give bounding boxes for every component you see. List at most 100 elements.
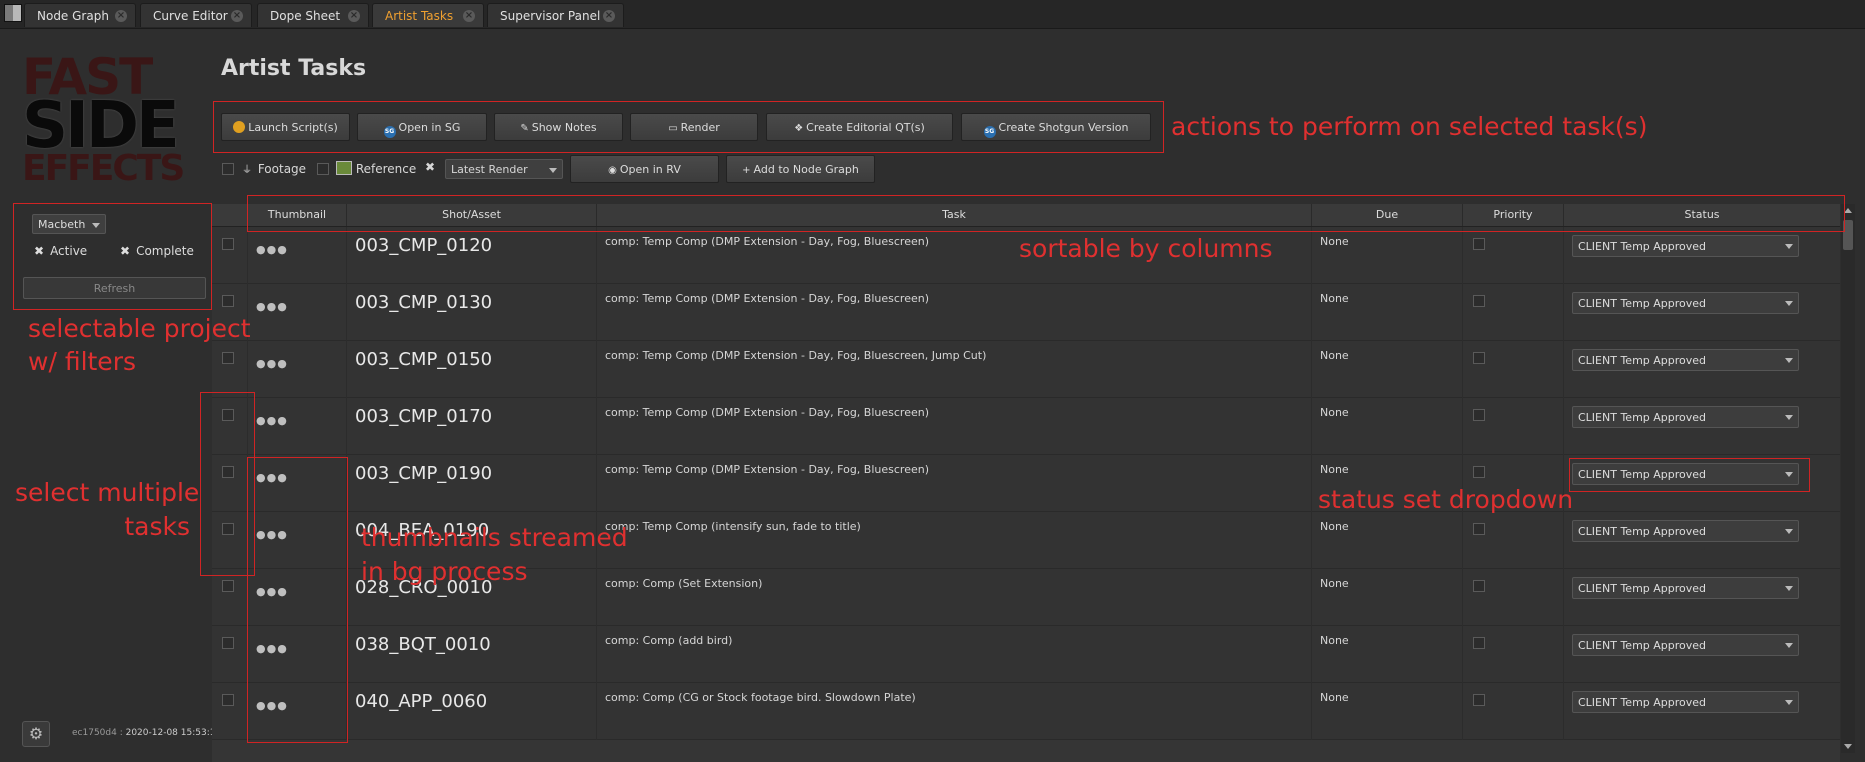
footage-checkbox[interactable] [222, 163, 234, 175]
chevron-down-icon [1785, 415, 1793, 420]
add-to-node-graph-button[interactable]: + Add to Node Graph [726, 155, 875, 183]
row-select-checkbox[interactable] [222, 238, 234, 250]
tab-node-graph[interactable]: Node Graph × [24, 3, 136, 27]
tab-artist-tasks[interactable]: Artist Tasks × [372, 3, 484, 27]
row-select-checkbox[interactable] [222, 637, 234, 649]
priority-cell [1463, 398, 1564, 455]
priority-checkbox[interactable] [1473, 238, 1485, 250]
row-select-checkbox[interactable] [222, 352, 234, 364]
row-select-checkbox[interactable] [222, 694, 234, 706]
render-button[interactable]: ▭ Render [630, 113, 758, 141]
filter-active-checkbox[interactable]: ✖ Active [34, 244, 87, 258]
row-select-checkbox[interactable] [222, 580, 234, 592]
priority-checkbox[interactable] [1473, 637, 1485, 649]
priority-checkbox[interactable] [1473, 409, 1485, 421]
thumbnail-cell: ●●● [248, 512, 347, 569]
status-dropdown[interactable]: CLIENT Temp Approved [1572, 235, 1799, 257]
status-dropdown[interactable]: CLIENT Temp Approved [1572, 292, 1799, 314]
create-shotgun-version-button[interactable]: SG Create Shotgun Version [961, 113, 1151, 141]
tab-label: Curve Editor [153, 9, 228, 23]
table-row[interactable]: ●●● 003_CMP_0190 comp: Temp Comp (DMP Exte… [212, 455, 1840, 512]
scroll-up-icon[interactable] [1844, 208, 1852, 213]
logo-line: EFFECTS [22, 148, 185, 190]
column-header-thumbnail[interactable]: Thumbnail [248, 204, 347, 226]
priority-checkbox[interactable] [1473, 295, 1485, 307]
task-cell: comp: Comp (CG or Stock footage bird. Sl… [597, 683, 1312, 740]
row-select-checkbox[interactable] [222, 523, 234, 535]
pane-menu-icon[interactable] [4, 4, 22, 22]
loading-dots-icon: ●●● [256, 243, 288, 256]
status-dropdown[interactable]: CLIENT Temp Approved [1572, 520, 1799, 542]
select-cell [212, 341, 248, 398]
vertical-scrollbar[interactable] [1841, 204, 1855, 753]
close-icon[interactable]: × [603, 10, 615, 22]
tab-curve-editor[interactable]: Curve Editor × [140, 3, 252, 27]
scroll-down-icon[interactable] [1844, 744, 1852, 749]
shot-cell: 003_CMP_0170 [347, 398, 597, 455]
table-row[interactable]: ●●● 038_BQT_0010 comp: Comp (add bird) None… [212, 626, 1840, 683]
task-description: comp: Comp (CG or Stock footage bird. Sl… [605, 691, 916, 704]
tab-supervisor-panel[interactable]: Supervisor Panel × [487, 3, 624, 27]
tab-dope-sheet[interactable]: Dope Sheet × [257, 3, 369, 27]
button-label: Show Notes [531, 121, 597, 134]
priority-checkbox[interactable] [1473, 352, 1485, 364]
priority-checkbox[interactable] [1473, 694, 1485, 706]
column-header-priority[interactable]: Priority [1463, 204, 1564, 226]
priority-checkbox[interactable] [1473, 523, 1485, 535]
row-select-checkbox[interactable] [222, 466, 234, 478]
status-dropdown[interactable]: CLIENT Temp Approved [1572, 406, 1799, 428]
reference-checkbox[interactable] [317, 163, 329, 175]
status-value: CLIENT Temp Approved [1578, 582, 1707, 595]
clear-render-icon[interactable]: ✖ [425, 160, 435, 174]
loading-dots-icon: ●●● [256, 300, 288, 313]
filter-complete-checkbox[interactable]: ✖ Complete [120, 244, 194, 258]
scroll-thumb[interactable] [1843, 220, 1853, 250]
row-select-checkbox[interactable] [222, 409, 234, 421]
close-icon[interactable]: × [115, 10, 127, 22]
column-header-select[interactable] [212, 204, 248, 226]
show-notes-button[interactable]: ✎ Show Notes [494, 113, 623, 141]
status-value: CLIENT Temp Approved [1578, 639, 1707, 652]
column-header-task[interactable]: Task [597, 204, 1312, 226]
create-editorial-qt-button[interactable]: ❖ Create Editorial QT(s) [766, 113, 953, 141]
render-select[interactable]: Latest Render [445, 159, 563, 179]
chevron-down-icon [1785, 529, 1793, 534]
status-dropdown[interactable]: CLIENT Temp Approved [1572, 577, 1799, 599]
table-row[interactable]: ●●● 040_APP_0060 comp: Comp (CG or Stock f… [212, 683, 1840, 740]
shot-name: 003_CMP_0150 [355, 349, 493, 370]
annotation-thumbnails-line2: in bg process [361, 557, 528, 586]
status-dropdown[interactable]: CLIENT Temp Approved [1572, 691, 1799, 713]
priority-checkbox[interactable] [1473, 580, 1485, 592]
status-dropdown[interactable]: CLIENT Temp Approved [1572, 463, 1799, 485]
close-icon[interactable]: × [231, 10, 243, 22]
loading-dots-icon: ●●● [256, 471, 288, 484]
priority-checkbox[interactable] [1473, 466, 1485, 478]
row-select-checkbox[interactable] [222, 295, 234, 307]
shot-cell: 038_BQT_0010 [347, 626, 597, 683]
due-date: None [1320, 577, 1349, 590]
close-icon[interactable]: × [463, 10, 475, 22]
select-cell [212, 569, 248, 626]
refresh-button[interactable]: Refresh [23, 277, 206, 299]
shot-cell: 003_CMP_0130 [347, 284, 597, 341]
table-row[interactable]: ●●● 003_CMP_0130 comp: Temp Comp (DMP Exte… [212, 284, 1840, 341]
notes-icon: ✎ [520, 123, 529, 134]
open-in-sg-button[interactable]: SG Open in SG [357, 113, 487, 141]
table-row[interactable]: ●●● 003_CMP_0150 comp: Temp Comp (DMP Exte… [212, 341, 1840, 398]
task-description: comp: Temp Comp (DMP Extension - Day, Fo… [605, 463, 929, 476]
column-header-shot[interactable]: Shot/Asset [347, 204, 597, 226]
launch-scripts-button[interactable]: Launch Script(s) [221, 113, 350, 141]
column-header-due[interactable]: Due [1312, 204, 1463, 226]
version-hash: ec1750d4 : [72, 728, 123, 738]
column-header-status[interactable]: Status [1564, 204, 1840, 226]
chevron-down-icon [1785, 643, 1793, 648]
table-row[interactable]: ●●● 003_CMP_0170 comp: Temp Comp (DMP Exte… [212, 398, 1840, 455]
open-in-rv-button[interactable]: ◉ Open in RV [570, 155, 719, 183]
close-icon[interactable]: × [348, 10, 360, 22]
status-dropdown[interactable]: CLIENT Temp Approved [1572, 634, 1799, 656]
status-dropdown[interactable]: CLIENT Temp Approved [1572, 349, 1799, 371]
project-select[interactable]: Macbeth [32, 214, 106, 234]
gear-icon[interactable]: ⚙ [22, 721, 50, 747]
shot-cell: 040_APP_0060 [347, 683, 597, 740]
version-info: ec1750d4 : 2020-12-08 15:53:10 [72, 728, 221, 738]
